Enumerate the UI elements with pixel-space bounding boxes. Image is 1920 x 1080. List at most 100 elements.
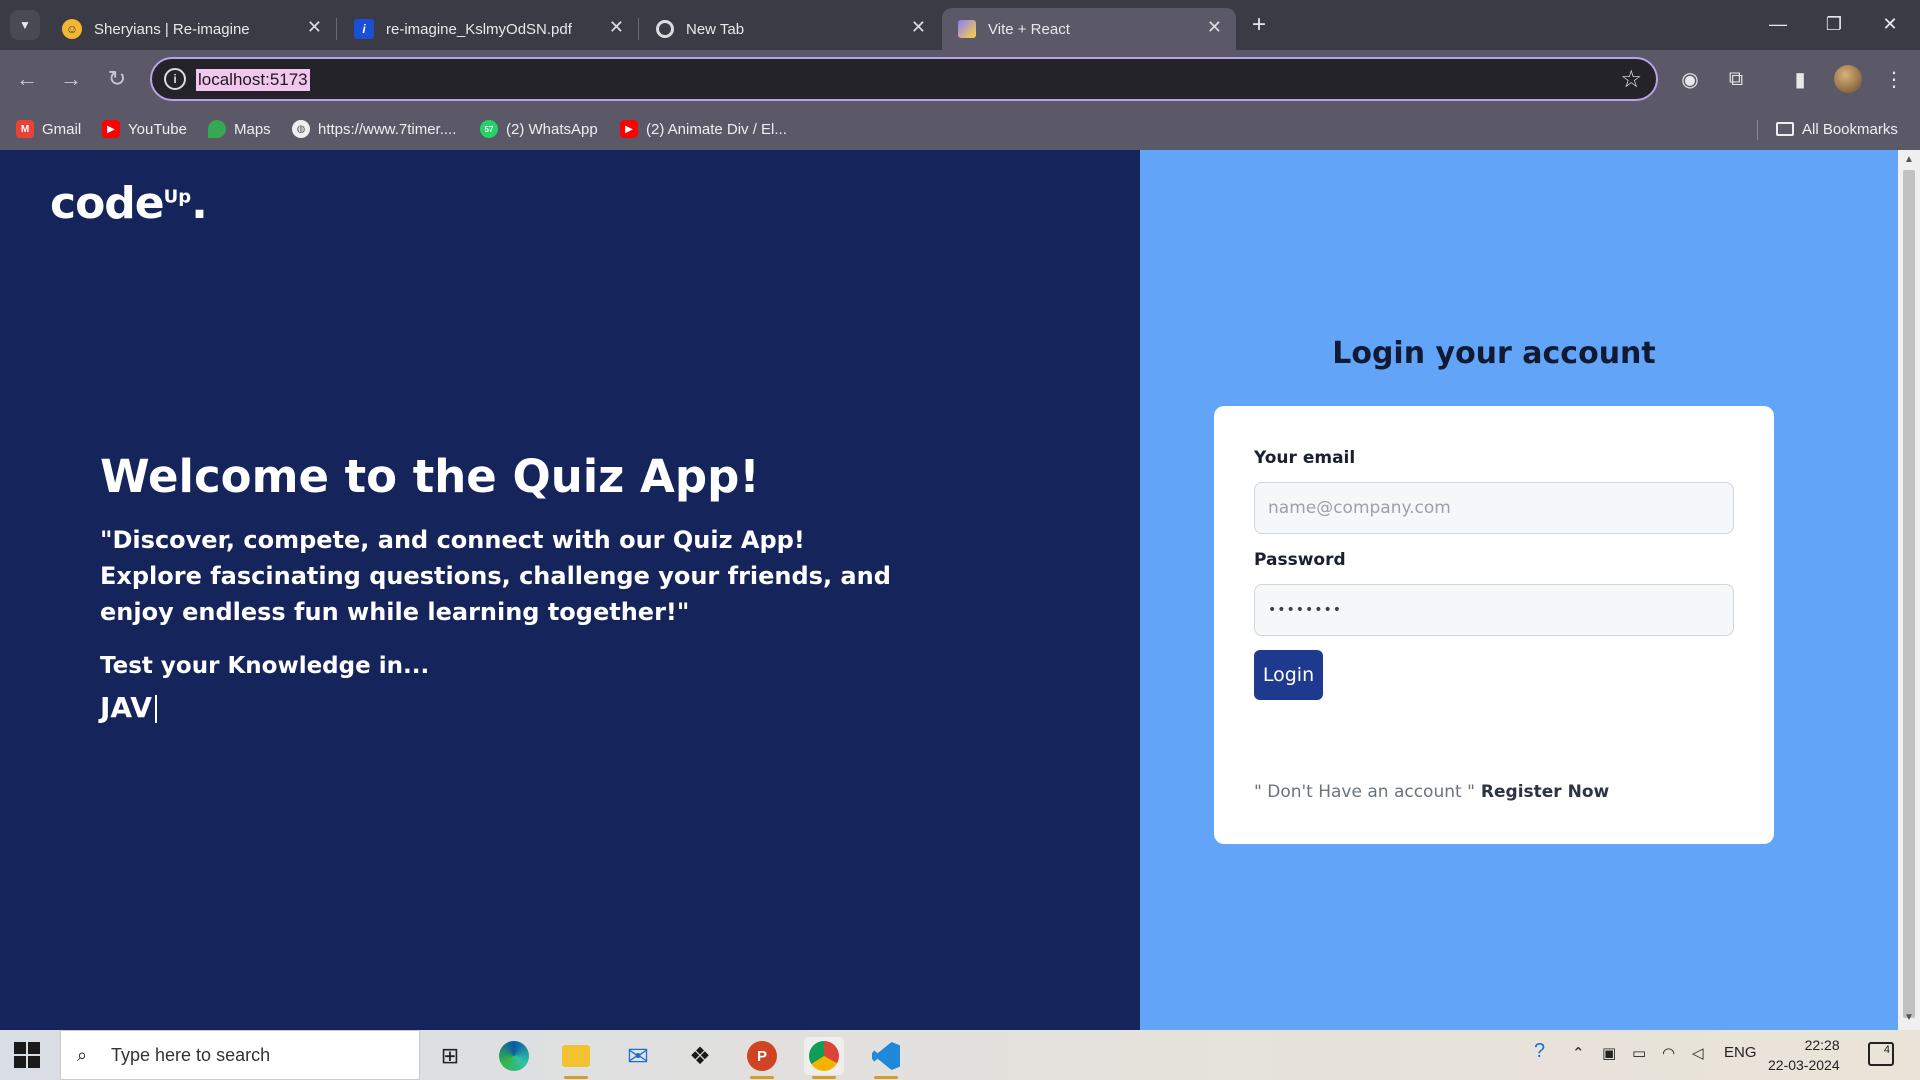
bookmark-label: Maps [234,120,271,138]
tab-search-chevron-icon[interactable]: ▼ [10,10,40,40]
youtube-icon: ▶ [102,120,120,138]
language-indicator[interactable]: ENG [1724,1044,1757,1061]
chrome-icon[interactable] [804,1037,844,1079]
pdf-info-favicon: i [354,19,374,39]
register-row: " Don't Have an account " Register Now [1254,782,1609,802]
dropbox-icon[interactable]: ❖ [680,1037,720,1075]
login-button[interactable]: Login [1254,650,1323,700]
bookmarks-bar: M Gmail ▶ YouTube Maps ◍ https://www.7ti… [0,108,1920,150]
powerpoint-icon[interactable]: P [742,1037,782,1079]
typing-caret [154,695,157,723]
help-icon[interactable]: ? [1534,1040,1545,1063]
close-icon[interactable]: ✕ [911,17,926,38]
file-explorer-icon[interactable] [556,1037,596,1079]
side-panel-icon[interactable]: ▮ [1784,63,1816,95]
taskbar-search-input[interactable]: ⌕ Type here to search [60,1030,420,1080]
login-card: Your email name@company.com Password •••… [1214,406,1774,844]
tab-pdf[interactable]: i re-imagine_KslmyOdSN.pdf ✕ [338,8,639,50]
whatsapp-icon: 57 [480,120,498,138]
volume-icon[interactable]: ◁ [1692,1044,1704,1062]
back-arrow-icon[interactable]: ← [12,64,42,94]
address-bar[interactable]: i localhost:5173 ☆ [150,57,1658,101]
password-field[interactable]: •••••••• [1254,584,1734,636]
notification-center-icon[interactable]: 4 [1868,1042,1894,1066]
bookmark-label: YouTube [128,120,187,138]
page-viewport: codeUp. Welcome to the Quiz App! "Discov… [0,150,1920,1030]
wifi-icon[interactable]: ◠ [1662,1044,1675,1062]
bookmark-youtube[interactable]: ▶ YouTube [102,116,187,142]
system-clock[interactable]: 22:28 22-03-2024 [1768,1035,1840,1075]
bookmark-label: https://www.7timer.... [318,120,457,138]
forward-arrow-icon[interactable]: → [56,64,86,94]
bookmark-whatsapp[interactable]: 57 (2) WhatsApp [480,116,598,142]
email-field[interactable]: name@company.com [1254,482,1734,534]
search-icon: ⌕ [77,1045,88,1065]
restore-icon[interactable]: ❐ [1806,8,1862,40]
url-text[interactable]: localhost:5173 [196,69,310,91]
profile-avatar[interactable] [1834,65,1862,93]
vite-favicon [958,20,976,38]
close-icon[interactable]: ✕ [307,17,322,38]
gmail-icon: M [16,120,34,138]
scroll-up-arrow-icon[interactable]: ▲ [1904,154,1914,165]
all-bookmarks[interactable]: All Bookmarks [1776,116,1898,142]
sheryians-favicon: ☺ [62,19,82,39]
tab-vite-react[interactable]: Vite + React ✕ [942,8,1236,50]
logo-sup: Up [163,186,192,208]
bookmarks-separator [1757,120,1758,140]
scroll-thumb[interactable] [1903,170,1915,1018]
logo-dot: . [191,178,208,229]
tagline: "Discover, compete, and connect with our… [100,526,891,626]
clock-time: 22:28 [1804,1037,1840,1053]
bookmark-label: (2) Animate Div / El... [646,120,787,138]
chrome-favicon [656,20,674,38]
tab-sheryians[interactable]: ☺ Sheryians | Re-imagine ✕ [46,8,337,50]
password-value: •••••••• [1268,602,1343,618]
register-now-link[interactable]: Register Now [1481,782,1609,802]
welcome-heading: Welcome to the Quiz App! [100,450,760,503]
chevron-up-icon[interactable]: ⌃ [1572,1044,1585,1062]
clock-date: 22-03-2024 [1768,1057,1840,1073]
mail-icon[interactable]: ✉ [618,1037,658,1075]
more-menu-icon[interactable]: ⋮ [1878,63,1910,95]
page-scrollbar[interactable]: ▲ ▼ [1898,150,1920,1030]
hero-panel: codeUp. Welcome to the Quiz App! "Discov… [0,150,1140,1030]
tab-new-tab[interactable]: New Tab ✕ [640,8,940,50]
windows-taskbar: ⌕ Type here to search ⊞ ✉ ❖ P ? ⌃ ▣ ▭ ◠ … [0,1030,1920,1080]
all-bookmarks-label: All Bookmarks [1802,120,1898,138]
bookmark-label: Gmail [42,120,82,138]
close-icon[interactable]: ✕ [1207,17,1222,38]
extensions-puzzle-icon[interactable]: ⧉ [1720,63,1752,95]
login-panel: Login your account Your email name@compa… [1140,150,1898,1030]
bookmark-gmail[interactable]: M Gmail [16,116,81,142]
close-icon[interactable]: ✕ [609,17,624,38]
bookmark-star-icon[interactable]: ☆ [1620,65,1642,94]
reload-icon[interactable]: ↻ [102,64,132,94]
youtube-icon: ▶ [620,120,638,138]
vscode-icon[interactable] [866,1037,906,1079]
bookmark-animate-div[interactable]: ▶ (2) Animate Div / El... [620,116,787,142]
extension-circle-icon[interactable]: ◉ [1674,63,1706,95]
browser-tab-strip: ▼ ☺ Sheryians | Re-imagine ✕ i re-imagin… [0,0,1920,50]
new-tab-plus-icon[interactable]: + [1244,10,1274,40]
scroll-down-arrow-icon[interactable]: ▼ [1904,1012,1914,1023]
window-close-icon[interactable]: ✕ [1862,8,1918,40]
password-label: Password [1254,550,1346,570]
battery-icon[interactable]: ▭ [1632,1044,1646,1062]
tab-title: Sheryians | Re-imagine [94,20,250,38]
windows-start-icon[interactable] [14,1042,40,1068]
typed-word: JAV [100,691,152,724]
bookmark-7timer[interactable]: ◍ https://www.7timer.... [292,116,456,142]
minimize-icon[interactable]: — [1750,8,1806,40]
tab-title: New Tab [686,20,745,38]
device-icon[interactable]: ▣ [1602,1044,1616,1062]
test-knowledge-label: Test your Knowledge in... [100,653,430,679]
logo[interactable]: codeUp. [50,178,208,229]
login-title: Login your account [1332,336,1656,371]
search-placeholder: Type here to search [111,1044,271,1065]
task-view-icon[interactable]: ⊞ [430,1037,470,1075]
bookmark-maps[interactable]: Maps [208,116,271,142]
site-info-icon[interactable]: i [164,68,186,90]
edge-icon[interactable] [494,1037,534,1075]
folder-icon [1776,122,1794,136]
